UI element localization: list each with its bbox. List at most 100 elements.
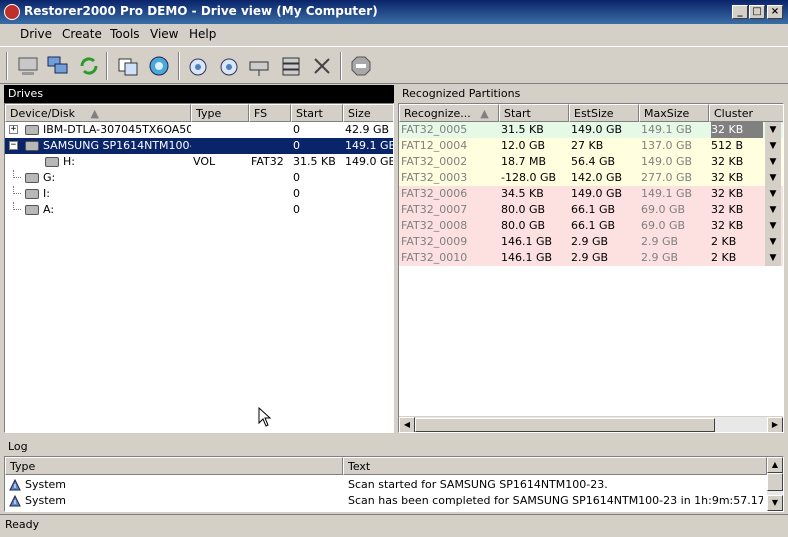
log-type-cell: System bbox=[25, 494, 67, 507]
scan-icon[interactable] bbox=[147, 54, 171, 78]
network-computer-icon[interactable] bbox=[46, 54, 70, 78]
partition-row[interactable]: FAT12_0004 12.0 GB 27 KB 137.0 GB 512 B ▼ bbox=[399, 138, 783, 154]
drive-connect-icon[interactable] bbox=[247, 54, 271, 78]
log-list[interactable]: Type Text System Scan started for SAMSUNG… bbox=[4, 456, 784, 512]
partition-cluster-cell[interactable]: 32 KB bbox=[711, 154, 763, 170]
col-log-text[interactable]: Text bbox=[343, 457, 767, 475]
partition-max-cell: 69.0 GB bbox=[641, 203, 686, 216]
drive-stack-icon[interactable] bbox=[279, 54, 303, 78]
dropdown-arrow-icon[interactable]: ▼ bbox=[765, 186, 781, 202]
drive-name-cell: H: bbox=[63, 155, 75, 168]
info-icon bbox=[9, 495, 21, 507]
computer-icon[interactable] bbox=[16, 54, 40, 78]
maximize-button[interactable]: □ bbox=[749, 5, 765, 19]
col-estsize[interactable]: EstSize bbox=[569, 104, 639, 122]
disk-drive-icon bbox=[25, 173, 39, 183]
drive-name-cell: SAMSUNG SP1614NTM100-23 bbox=[43, 139, 191, 152]
disconnect-icon[interactable] bbox=[310, 54, 334, 78]
mouse-cursor-icon bbox=[258, 407, 272, 427]
col-cluster[interactable]: Cluster bbox=[709, 104, 783, 122]
partition-start-cell: 31.5 KB bbox=[501, 123, 544, 136]
drive-start-cell: 0 bbox=[293, 203, 300, 216]
collapse-icon[interactable]: − bbox=[9, 141, 18, 150]
scroll-left-icon[interactable]: ◀ bbox=[399, 417, 415, 432]
menu-help[interactable]: Help bbox=[189, 27, 216, 41]
col-device-disk[interactable]: Device/Disk ▲ bbox=[5, 104, 191, 122]
drive-start-cell: 31.5 KB bbox=[293, 155, 336, 168]
log-row[interactable]: System Scan has been completed for SAMSUN… bbox=[5, 493, 765, 509]
horizontal-scrollbar[interactable]: ◀ ▶ bbox=[399, 416, 783, 432]
copy-icon[interactable] bbox=[116, 54, 140, 78]
dropdown-arrow-icon[interactable]: ▼ bbox=[765, 122, 781, 138]
drive-row[interactable]: G: 0 bbox=[5, 170, 393, 186]
toolbar-separator bbox=[106, 52, 108, 80]
drive-start-cell: 0 bbox=[293, 171, 300, 184]
drives-list[interactable]: Device/Disk ▲ Type FS Start Size + IBM-DT… bbox=[4, 103, 394, 433]
drive-row[interactable]: − SAMSUNG SP1614NTM100-23 0 149.1 GB bbox=[5, 138, 393, 154]
menu-view[interactable]: View bbox=[150, 27, 178, 41]
menu-create[interactable]: Create bbox=[62, 27, 102, 41]
dropdown-arrow-icon[interactable]: ▼ bbox=[765, 154, 781, 170]
partition-cluster-cell[interactable]: 512 B bbox=[711, 138, 763, 154]
refresh-icon[interactable] bbox=[77, 54, 101, 78]
dropdown-arrow-icon[interactable]: ▼ bbox=[765, 234, 781, 250]
partition-cluster-cell[interactable]: 32 KB bbox=[711, 186, 763, 202]
partition-row[interactable]: FAT32_0008 80.0 GB 66.1 GB 69.0 GB 32 KB ▼ bbox=[399, 218, 783, 234]
dropdown-arrow-icon[interactable]: ▼ bbox=[765, 138, 781, 154]
drive-row[interactable]: + IBM-DTLA-307045TX6OA50C 0 42.9 GB bbox=[5, 122, 393, 138]
col-maxsize[interactable]: MaxSize bbox=[639, 104, 709, 122]
stop-icon[interactable] bbox=[349, 54, 373, 78]
partition-row[interactable]: FAT32_0009 146.1 GB 2.9 GB 2.9 GB 2 KB ▼ bbox=[399, 234, 783, 250]
menu-drive[interactable]: Drive bbox=[20, 27, 52, 41]
partition-name-cell: FAT32_0007 bbox=[401, 203, 468, 216]
partition-cluster-cell[interactable]: 32 KB bbox=[711, 218, 763, 234]
dropdown-arrow-icon[interactable]: ▼ bbox=[765, 218, 781, 234]
scroll-thumb[interactable] bbox=[767, 473, 783, 491]
vertical-scrollbar[interactable]: ▲ ▼ bbox=[767, 457, 783, 511]
drive-row[interactable]: I: 0 bbox=[5, 186, 393, 202]
scroll-right-icon[interactable]: ▶ bbox=[767, 417, 783, 432]
disk-scan-icon[interactable] bbox=[186, 54, 210, 78]
partition-row[interactable]: FAT32_0002 18.7 MB 56.4 GB 149.0 GB 32 KB ▼ bbox=[399, 154, 783, 170]
partition-cluster-cell[interactable]: 32 KB bbox=[711, 202, 763, 218]
minimize-button[interactable]: _ bbox=[732, 5, 748, 19]
col-size[interactable]: Size bbox=[343, 104, 393, 122]
dropdown-arrow-icon[interactable]: ▼ bbox=[765, 170, 781, 186]
scroll-down-icon[interactable]: ▼ bbox=[767, 495, 783, 511]
partition-start-cell: 18.7 MB bbox=[501, 155, 547, 168]
drive-row[interactable]: A: 0 bbox=[5, 202, 393, 218]
disk-scan2-icon[interactable] bbox=[217, 54, 241, 78]
partition-cluster-cell[interactable]: 32 KB bbox=[711, 170, 763, 186]
partition-row[interactable]: FAT32_0006 34.5 KB 149.0 GB 149.1 GB 32 KB ▼ bbox=[399, 186, 783, 202]
partition-est-cell: 56.4 GB bbox=[571, 155, 616, 168]
app-icon[interactable] bbox=[4, 4, 20, 20]
col-log-type[interactable]: Type bbox=[5, 457, 343, 475]
dropdown-arrow-icon[interactable]: ▼ bbox=[765, 202, 781, 218]
col-recognized[interactable]: Recognize... ▲ bbox=[399, 104, 499, 122]
partition-cluster-cell[interactable]: 2 KB bbox=[711, 234, 763, 250]
toolbar-separator bbox=[340, 52, 342, 80]
col-start[interactable]: Start bbox=[499, 104, 569, 122]
log-row[interactable]: System Scan started for SAMSUNG SP1614NTM… bbox=[5, 477, 765, 493]
col-start[interactable]: Start bbox=[291, 104, 343, 122]
close-button[interactable]: × bbox=[767, 5, 783, 19]
scroll-thumb[interactable] bbox=[415, 418, 715, 432]
partition-row[interactable]: FAT32_0005 31.5 KB 149.0 GB 149.1 GB 32 KB ▼ bbox=[399, 122, 783, 138]
partition-name-cell: FAT32_0005 bbox=[401, 123, 468, 136]
title-bar: Restorer2000 Pro DEMO - Drive view (My C… bbox=[0, 0, 788, 24]
col-type[interactable]: Type bbox=[191, 104, 249, 122]
col-fs[interactable]: FS bbox=[249, 104, 291, 122]
dropdown-arrow-icon[interactable]: ▼ bbox=[765, 250, 781, 266]
drive-row[interactable]: H: VOL FAT32 31.5 KB 149.0 GB bbox=[5, 154, 393, 170]
partition-row[interactable]: FAT32_0010 146.1 GB 2.9 GB 2.9 GB 2 KB ▼ bbox=[399, 250, 783, 266]
partition-max-cell: 69.0 GB bbox=[641, 219, 686, 232]
scroll-up-icon[interactable]: ▲ bbox=[767, 457, 783, 473]
drive-start-cell: 0 bbox=[293, 139, 300, 152]
partitions-list[interactable]: Recognize... ▲ Start EstSize MaxSize Clu… bbox=[398, 103, 784, 433]
expand-icon[interactable]: + bbox=[9, 125, 18, 134]
partition-cluster-cell[interactable]: 32 KB bbox=[711, 122, 763, 138]
menu-tools[interactable]: Tools bbox=[110, 27, 140, 41]
partition-row[interactable]: FAT32_0003 -128.0 GB 142.0 GB 277.0 GB 32 KB… bbox=[399, 170, 783, 186]
partition-row[interactable]: FAT32_0007 80.0 GB 66.1 GB 69.0 GB 32 KB ▼ bbox=[399, 202, 783, 218]
partition-cluster-cell[interactable]: 2 KB bbox=[711, 250, 763, 266]
